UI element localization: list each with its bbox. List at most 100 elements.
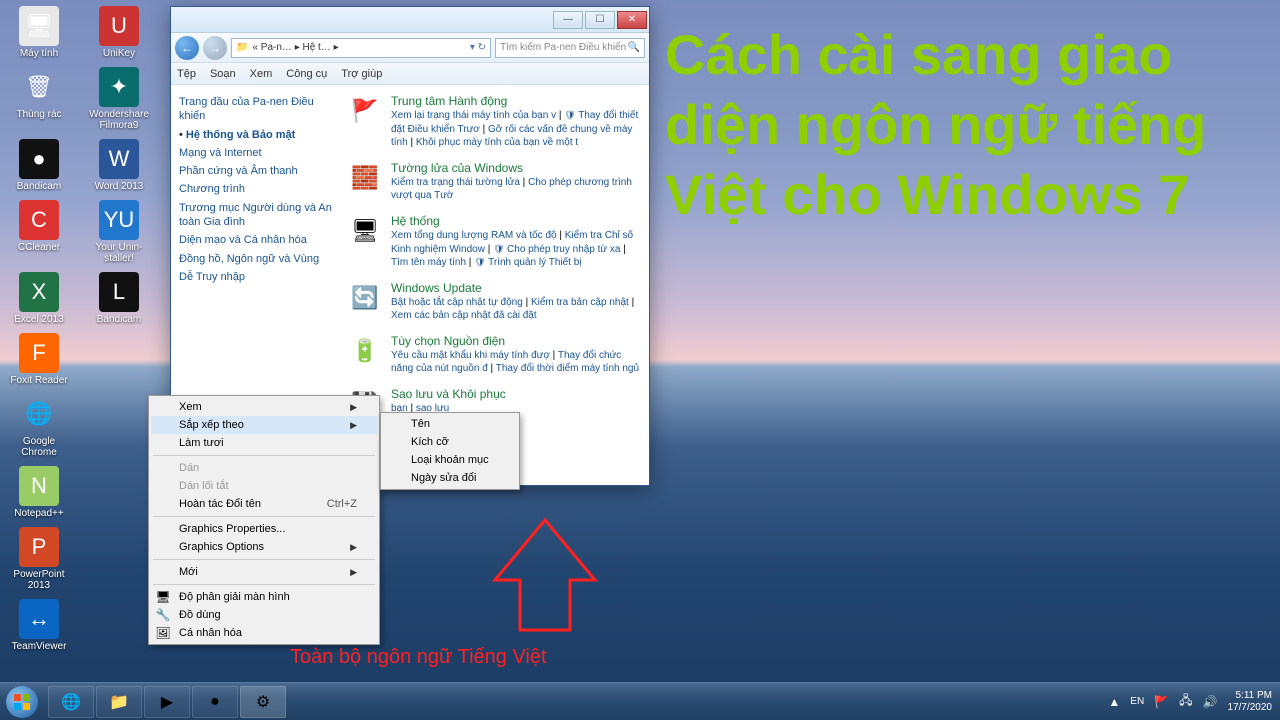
context-menu-item[interactable]: Xem▶ [151, 398, 377, 416]
desktop-icon[interactable]: YUYour Unin-staller! [88, 200, 150, 264]
titlebar[interactable]: — ☐ ✕ [171, 7, 649, 33]
category-link[interactable]: Cho phép truy nhập từ xa [493, 244, 620, 255]
desktop-icon[interactable]: FFoxit Reader [8, 333, 70, 386]
app-icon: P [19, 527, 59, 567]
menu-item[interactable]: Công cụ [286, 68, 327, 80]
menu-item[interactable]: Soạn [210, 68, 236, 80]
side-link[interactable]: Đồng hồ, Ngôn ngữ và Vùng [179, 252, 333, 266]
menu-shortcut: Ctrl+Z [327, 498, 357, 510]
desktop-icon[interactable]: 🗑Thùng rác [8, 67, 70, 131]
desktop-icon[interactable]: NNotepad++ [8, 466, 70, 519]
desktop[interactable]: 🖥Máy tính UUniKey 🗑Thùng rác ✦Wondershare F… [0, 0, 1280, 720]
tray-flag-icon[interactable]: 🚩 [1154, 695, 1169, 709]
menu-item[interactable]: Xem [250, 68, 273, 80]
context-menu-item[interactable]: Hoàn tác Đổi tênCtrl+Z [151, 495, 377, 513]
context-menu-item[interactable]: Graphics Options▶ [151, 538, 377, 556]
side-link[interactable]: Dễ Truy nhập [179, 270, 333, 284]
context-menu-item[interactable]: Ngày sửa đổi [383, 469, 517, 487]
side-link[interactable]: Trang đầu của Pa-nen Điều khiển [179, 95, 333, 124]
category-link[interactable]: Thay đổi thời điểm máy tính ngủ [496, 363, 639, 374]
desktop-icons-grid: 🖥Máy tính UUniKey 🗑Thùng rác ✦Wondershare F… [8, 6, 150, 660]
desktop-icon[interactable]: ✦Wondershare Filmora9 [88, 67, 150, 131]
context-menu-item[interactable]: 🖥Độ phân giải màn hình [151, 588, 377, 606]
context-menu-item[interactable]: 🔧Đồ dùng [151, 606, 377, 624]
taskbar-bandicam[interactable]: ● [192, 686, 238, 718]
breadcrumb[interactable]: « Pa-n… ▸ Hệ t… ▸ [252, 42, 338, 53]
side-link[interactable]: Phần cứng và Âm thanh [179, 164, 333, 178]
forward-button[interactable]: → [203, 36, 227, 60]
app-icon: F [19, 333, 59, 373]
tray-time: 5:11 PM [1228, 690, 1273, 702]
context-menu-item[interactable]: Mới▶ [151, 563, 377, 581]
side-link[interactable]: Mạng và Internet [179, 146, 333, 160]
menu-item-label: Graphics Properties... [179, 523, 285, 535]
back-button[interactable]: ← [175, 36, 199, 60]
desktop-icon[interactable]: LBandicam [88, 272, 150, 325]
category-link[interactable]: Khôi phục máy tính của bạn về một t [416, 137, 578, 148]
category-link[interactable]: Tìm tên máy tính [391, 257, 466, 268]
category-title[interactable]: Windows Update [391, 280, 643, 296]
side-link[interactable]: Trương mục Người dùng và An toàn Gia đìn… [179, 201, 333, 230]
category-item: 🚩Trung tâm Hành độngXem lại trạng thái m… [347, 93, 643, 150]
tray-language[interactable]: EN [1130, 696, 1144, 707]
category-link[interactable]: Xem tổng dung lượng RAM và tốc độ [391, 230, 557, 241]
category-link[interactable]: Xem các bản cập nhật đã cài đặt [391, 310, 537, 321]
category-link[interactable]: Xem lại trạng thái máy tính của bạn v [391, 110, 556, 121]
context-menu-item[interactable]: Sắp xếp theo▶ [151, 416, 377, 434]
category-link[interactable]: Bật hoặc tắt cập nhật tự động [391, 297, 523, 308]
context-menu-item[interactable]: Kích cỡ [383, 433, 517, 451]
maximize-button[interactable]: ☐ [585, 11, 615, 29]
context-menu-item[interactable]: 🖼Cá nhân hóa [151, 624, 377, 642]
desktop-icon[interactable]: CCCleaner [8, 200, 70, 264]
tray-expand-icon[interactable]: ▲ [1108, 695, 1120, 709]
search-icon: 🔍 [628, 42, 640, 53]
category-link[interactable]: Kiểm tra trạng thái tường lửa [391, 177, 520, 188]
system-tray[interactable]: ▲ EN 🚩 🖧 🔊 5:11 PM 17/7/2020 [1100, 683, 1280, 720]
context-menu-item[interactable]: Tên [383, 415, 517, 433]
category-link[interactable]: Trình quản lý Thiết bị [474, 257, 581, 268]
desktop-icon[interactable]: UUniKey [88, 6, 150, 59]
desktop-icon[interactable]: ●Bandicam [8, 139, 70, 192]
address-bar[interactable]: 📁 « Pa-n… ▸ Hệ t… ▸ ▾ ↻ [231, 38, 491, 58]
desktop-icon[interactable]: ↔TeamViewer [8, 599, 70, 652]
category-icon: 🔄 [347, 280, 383, 316]
close-button[interactable]: ✕ [617, 11, 647, 29]
category-title[interactable]: Sao lưu và Khôi phục [391, 386, 643, 402]
context-menu-item[interactable]: Graphics Properties... [151, 520, 377, 538]
category-title[interactable]: Tùy chọn Nguồn điện [391, 333, 643, 349]
side-link[interactable]: Diện mạo và Cá nhân hóa [179, 233, 333, 247]
menu-item[interactable]: Tệp [177, 68, 196, 80]
context-menu-item[interactable]: Làm tươi [151, 434, 377, 452]
search-input[interactable]: Tìm kiếm Pa-nen Điều khiển 🔍 [495, 38, 645, 58]
minimize-button[interactable]: — [553, 11, 583, 29]
taskbar[interactable]: 🌐 📁 ▶ ● ⚙ ▲ EN 🚩 🖧 🔊 5:11 PM 17/7/2020 [0, 682, 1280, 720]
category-title[interactable]: Tường lửa của Windows [391, 160, 643, 176]
icon-label: PowerPoint 2013 [8, 569, 70, 591]
desktop-icon[interactable]: 🌐Google Chrome [8, 394, 70, 458]
desktop-icon[interactable]: 🖥Máy tính [8, 6, 70, 59]
app-icon: YU [99, 200, 139, 240]
menu-item-label: Graphics Options [179, 541, 264, 553]
tray-clock[interactable]: 5:11 PM 17/7/2020 [1228, 690, 1273, 714]
tray-volume-icon[interactable]: 🔊 [1203, 695, 1218, 709]
category-title[interactable]: Hệ thống [391, 213, 643, 229]
side-link[interactable]: Hệ thống và Bảo mật [179, 128, 333, 142]
start-button[interactable] [0, 683, 44, 720]
taskbar-explorer[interactable]: 📁 [96, 686, 142, 718]
category-title[interactable]: Trung tâm Hành động [391, 93, 643, 109]
context-menu-item[interactable]: Loại khoản mục [383, 451, 517, 469]
category-link[interactable]: Yêu cầu mật khẩu khi máy tính đượ [391, 350, 550, 361]
taskbar-mediaplayer[interactable]: ▶ [144, 686, 190, 718]
menu-item-label: Độ phân giải màn hình [179, 591, 290, 603]
icon-label: Your Unin-staller! [88, 242, 150, 264]
menu-item-label: Dán lối tắt [179, 480, 229, 492]
menu-item[interactable]: Trợ giúp [341, 68, 382, 80]
taskbar-ie[interactable]: 🌐 [48, 686, 94, 718]
desktop-icon[interactable]: XExcel 2013 [8, 272, 70, 325]
side-link[interactable]: Chương trình [179, 182, 333, 196]
desktop-icon[interactable]: PPowerPoint 2013 [8, 527, 70, 591]
tray-network-icon[interactable]: 🖧 [1179, 691, 1192, 712]
category-link[interactable]: Kiểm tra bản cập nhật [531, 297, 629, 308]
taskbar-controlpanel[interactable]: ⚙ [240, 686, 286, 718]
desktop-icon[interactable]: WWord 2013 [88, 139, 150, 192]
